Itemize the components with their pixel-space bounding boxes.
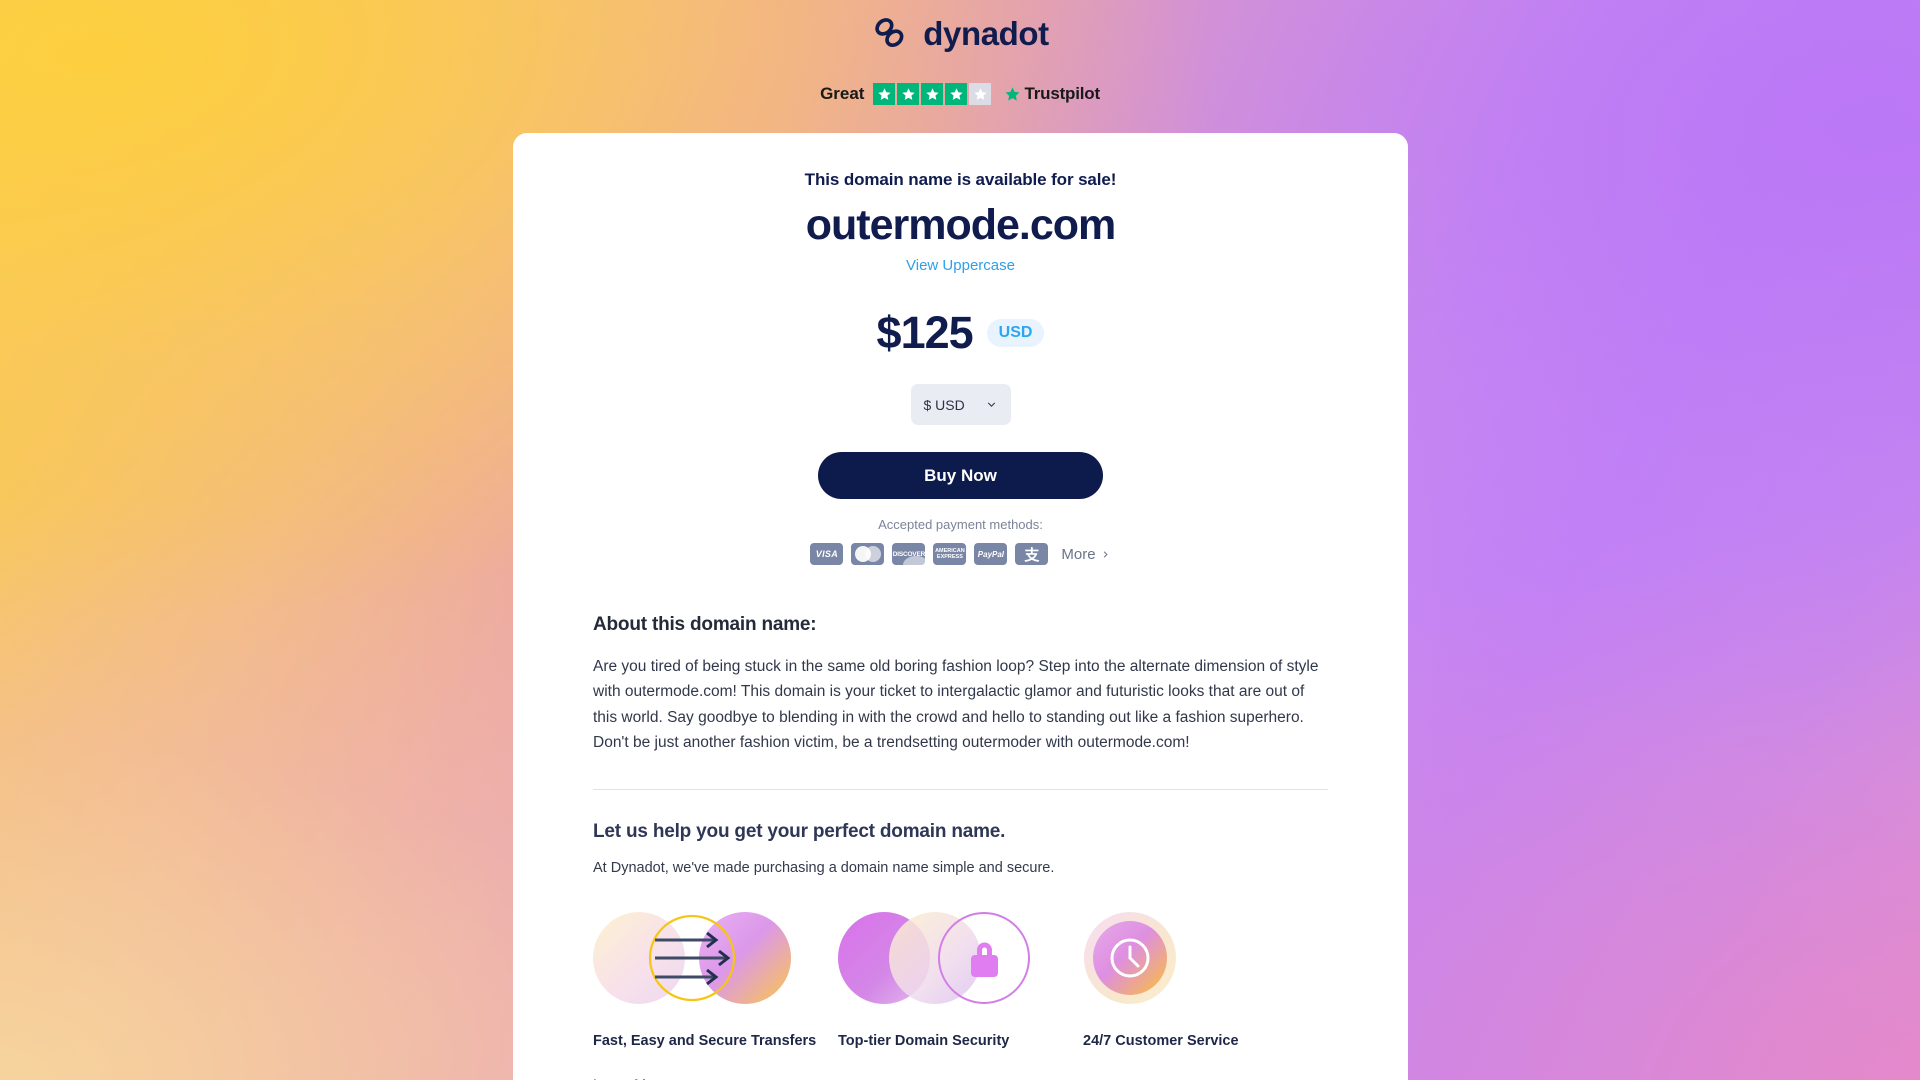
price-amount: $125 (876, 307, 974, 359)
american-express-icon: AMERICAN EXPRESS (933, 543, 967, 566)
trustpilot-star-3 (921, 83, 944, 105)
trustpilot-star-2 (897, 83, 920, 105)
accepted-payment-label: Accepted payment methods: (878, 517, 1043, 533)
about-section-body: Are you tired of being stuck in the same… (593, 658, 1319, 751)
feature-security: Top-tier Domain Security (838, 911, 1083, 1049)
currency-select[interactable]: $ USD (910, 384, 1011, 426)
discover-icon: DISCOVER (892, 543, 926, 566)
help-section-subtitle: At Dynadot, we've made purchasing a doma… (593, 860, 1055, 877)
transfer-arrows-icon (593, 911, 838, 1006)
brand-name: dynadot (923, 14, 1049, 52)
features-row: Fast, Easy and Secure Transfers Top-tier… (593, 911, 1328, 1049)
more-payment-methods-link[interactable]: More (1061, 546, 1110, 563)
mastercard-icon (851, 543, 885, 566)
visa-icon: VISA (810, 543, 844, 566)
chevron-down-icon (987, 402, 995, 408)
trustpilot-star-5 (969, 83, 992, 105)
page-root: dynadot Great Trustpilot This domain nam… (0, 0, 1920, 1080)
trustpilot-star-4 (945, 83, 968, 105)
view-uppercase-link[interactable]: View Uppercase (593, 257, 1328, 274)
about-section-title: About this domain name: (593, 614, 817, 636)
trustpilot-star-1 (873, 83, 896, 105)
alipay-icon: 支 (1015, 543, 1049, 566)
currency-badge: USD (986, 319, 1045, 348)
price-row: $125 USD (593, 307, 1328, 359)
trustpilot-logo-text: Trustpilot (1024, 84, 1100, 103)
buy-now-button[interactable]: Buy Now (818, 452, 1103, 500)
payment-methods-row: VISA DISCOVER AMERICAN EXPRESS PayPal 支 M… (593, 543, 1328, 566)
domain-sale-card: This domain name is available for sale! … (513, 133, 1408, 1080)
trustpilot-rating-word: Great (820, 84, 865, 103)
clock-icon (1083, 911, 1328, 1006)
trustpilot-logo: Trustpilot (1004, 84, 1100, 104)
padlock-icon (838, 911, 1083, 1006)
feature-label: Top-tier Domain Security (838, 1033, 1010, 1050)
feature-support: 24/7 Customer Service (1083, 911, 1328, 1049)
chevron-right-icon (1103, 551, 1108, 558)
paypal-icon: PayPal (974, 543, 1008, 566)
section-divider (593, 789, 1328, 791)
trustpilot-star-icon (1006, 86, 1020, 101)
brand-header[interactable]: dynadot (0, 14, 1920, 52)
dynadot-loops-logo-icon (871, 14, 909, 52)
currency-select-value: $ USD (923, 396, 965, 413)
domain-name-title: outermode.com (805, 201, 1117, 249)
availability-text: This domain name is available for sale! (804, 170, 1117, 189)
trustpilot-stars (873, 83, 992, 105)
feature-label: Fast, Easy and Secure Transfers (593, 1033, 817, 1050)
feature-label: 24/7 Customer Service (1083, 1033, 1239, 1050)
trustpilot-rating[interactable]: Great Trustpilot (0, 83, 1920, 105)
help-section-title: Let us help you get your perfect domain … (593, 821, 1006, 843)
more-payment-methods-label: More (1061, 545, 1096, 563)
feature-transfers: Fast, Easy and Secure Transfers (593, 911, 838, 1049)
